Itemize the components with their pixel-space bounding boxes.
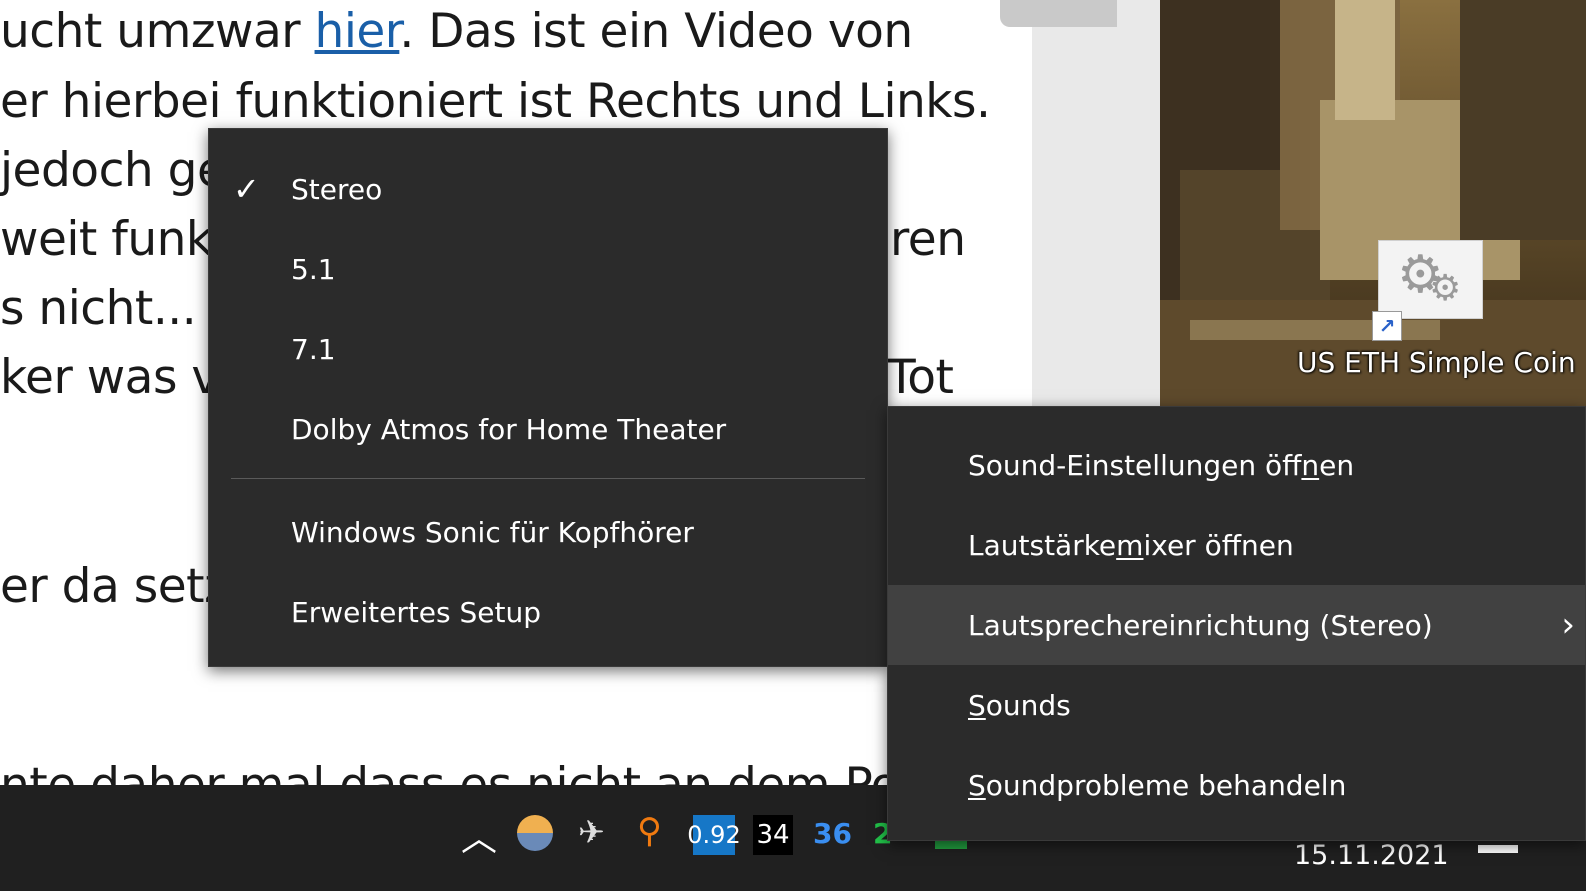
menu-item-label: Sound-Einstellungen öffnen <box>968 448 1355 482</box>
airplane-icon[interactable]: ✈ <box>578 813 605 851</box>
menu-item-label: Erweitertes Setup <box>291 595 542 629</box>
article-line-3: jedoch ge <box>0 143 226 198</box>
cpu-load-badge[interactable]: 0.92 <box>687 815 741 855</box>
menu-divider <box>231 478 865 479</box>
gear-icon-small: ⚙ <box>1429 268 1462 309</box>
desktop-icon-label[interactable]: US ETH Simple Coin <box>1297 346 1576 379</box>
menu-item-sounds[interactable]: Sounds <box>888 665 1585 745</box>
article-line-2: er hierbei funktioniert ist Rechts und L… <box>0 74 991 129</box>
scrollbar-track[interactable] <box>1032 0 1160 406</box>
shortcut-arrow-icon: ↗ <box>1372 311 1402 341</box>
article-line-1: ucht umzwar hier. Das ist ein Video von <box>0 4 913 59</box>
menu-item-label: Stereo <box>291 172 383 206</box>
menu-item-label: 5.1 <box>291 252 336 286</box>
menu-item-dolby-atmos[interactable]: Dolby Atmos for Home Theater <box>209 389 887 469</box>
menu-item-volume-mixer[interactable]: Lautstärkemixer öffnen <box>888 505 1585 585</box>
menu-item-troubleshoot[interactable]: Soundprobleme behandeln <box>888 745 1585 825</box>
chevron-up-icon[interactable]: ︿ <box>461 809 497 861</box>
hier-link[interactable]: hier <box>315 4 400 59</box>
weather-icon[interactable] <box>517 815 553 851</box>
chevron-right-icon: › <box>1561 605 1575 645</box>
article-line-4-right: ren <box>890 212 966 267</box>
taskbar-date[interactable]: 15.11.2021 <box>1294 840 1449 871</box>
browser-tab-edge[interactable] <box>1000 0 1117 27</box>
temp-badge[interactable]: 34 <box>753 815 793 855</box>
article-line-4: weit funkt <box>0 212 231 267</box>
menu-item-label: Lautsprechereinrichtung (Stereo) <box>968 608 1433 642</box>
checkmark-icon: ✓ <box>233 170 260 208</box>
menu-item-sound-settings[interactable]: Sound-Einstellungen öffnen <box>888 425 1585 505</box>
speaker-config-submenu: ✓ Stereo 5.1 7.1 Dolby Atmos for Home Th… <box>208 128 888 667</box>
notification-icon[interactable] <box>1478 845 1518 853</box>
menu-item-label: Dolby Atmos for Home Theater <box>291 412 727 446</box>
menu-item-stereo[interactable]: ✓ Stereo <box>209 149 887 229</box>
menu-item-erweitertes-setup[interactable]: Erweitertes Setup <box>209 572 887 652</box>
menu-item-7-1[interactable]: 7.1 <box>209 309 887 389</box>
menu-item-label: Lautstärkemixer öffnen <box>968 528 1294 562</box>
menu-item-label: Soundprobleme behandeln <box>968 768 1347 802</box>
settings-shortcut-icon[interactable]: ⚙ ⚙ <box>1378 240 1483 319</box>
menu-item-windows-sonic[interactable]: Windows Sonic für Kopfhörer <box>209 492 887 572</box>
menu-item-5-1[interactable]: 5.1 <box>209 229 887 309</box>
menu-item-speaker-setup[interactable]: Lautsprechereinrichtung (Stereo) › <box>888 585 1585 665</box>
article-line-6-right: Tot <box>887 350 954 405</box>
menu-item-label: Sounds <box>968 688 1071 722</box>
temp-badge-blue[interactable]: 36 <box>813 817 852 850</box>
menu-item-label: Windows Sonic für Kopfhörer <box>291 515 694 549</box>
menu-item-label: 7.1 <box>291 332 336 366</box>
search-icon[interactable]: ⚲ <box>637 811 662 851</box>
sound-context-menu: Sound-Einstellungen öffnen Lautstärkemix… <box>887 406 1586 841</box>
